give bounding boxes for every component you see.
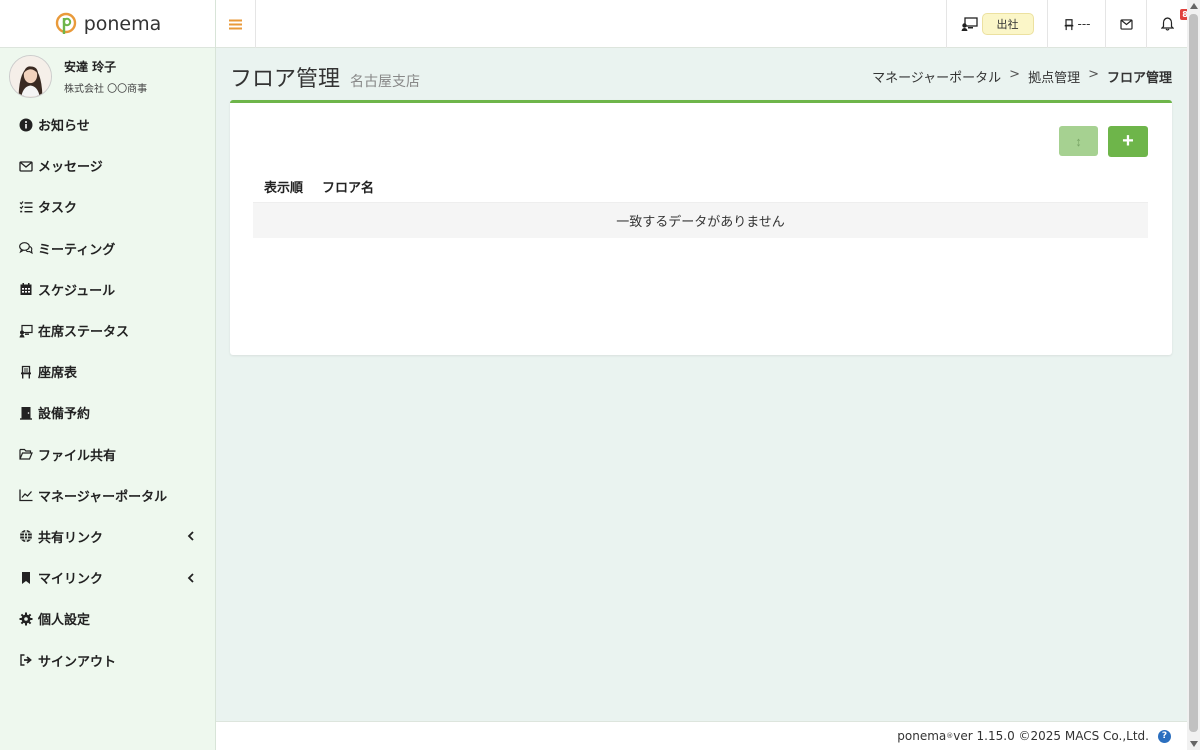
- globe-icon: [18, 529, 33, 544]
- footer-app-name: ponema: [897, 729, 947, 743]
- sidebar-item-presence-status[interactable]: 在席ステータス: [0, 310, 215, 351]
- breadcrumb-item-manager-portal[interactable]: マネージャーポータル: [872, 67, 1001, 86]
- main-content: フロア管理 名古屋支店 マネージャーポータル > 拠点管理 > フロア管理 ↕ …: [216, 48, 1187, 721]
- menu-toggle-button[interactable]: [216, 0, 256, 48]
- attendance-status[interactable]: 出社: [946, 0, 1047, 48]
- sidebar-item-my-links[interactable]: マイリンク: [0, 557, 215, 598]
- sidebar-item-label: スケジュール: [38, 283, 116, 299]
- messages-button[interactable]: [1105, 0, 1146, 48]
- sort-order-button[interactable]: ↕: [1059, 126, 1098, 156]
- sidebar-item-messages[interactable]: メッセージ: [0, 145, 215, 186]
- page-title: フロア管理: [230, 67, 341, 92]
- envelope-icon: [18, 158, 33, 173]
- page-scrollbar[interactable]: [1187, 0, 1200, 750]
- table-header: 表示順 フロア名: [253, 171, 1148, 203]
- sidebar-item-label: お知らせ: [38, 119, 90, 135]
- floor-table: 表示順 フロア名 一致するデータがありません: [253, 171, 1148, 238]
- breadcrumb-separator: >: [1009, 66, 1021, 82]
- sidebar-item-label: メッセージ: [38, 160, 103, 176]
- sidebar-item-file-sharing[interactable]: ファイル共有: [0, 434, 215, 475]
- avatar: [9, 54, 52, 98]
- sidebar-item-shared-links[interactable]: 共有リンク: [0, 516, 215, 557]
- sidebar-item-manager-portal[interactable]: マネージャーポータル: [0, 475, 215, 516]
- sort-arrows-icon: ↕: [1075, 133, 1082, 149]
- sidebar-item-personal-settings[interactable]: 個人設定: [0, 598, 215, 639]
- sidebar-item-label: 共有リンク: [38, 530, 104, 546]
- empty-message: 一致するデータがありません: [253, 203, 1148, 238]
- seat-status[interactable]: ---: [1047, 0, 1105, 48]
- sidebar-item-sign-out[interactable]: サインアウト: [0, 639, 215, 680]
- user-company: 株式会社 〇〇商事: [64, 83, 148, 95]
- sidebar-item-label: 在席ステータス: [38, 325, 130, 341]
- hamburger-icon: [229, 19, 242, 29]
- chevron-left-icon: [187, 573, 194, 583]
- add-floor-button[interactable]: +: [1108, 126, 1148, 157]
- scroll-down-arrow-icon[interactable]: [1190, 741, 1198, 747]
- sidebar-item-label: 座席表: [38, 366, 78, 382]
- breadcrumb: マネージャーポータル > 拠点管理 > フロア管理: [872, 67, 1172, 86]
- bookmark-icon: [18, 570, 33, 585]
- sidebar-item-notices[interactable]: お知らせ: [0, 104, 215, 145]
- column-header-floor-name[interactable]: フロア名: [322, 177, 374, 196]
- sidebar-item-label: タスク: [38, 201, 78, 217]
- line-chart-icon: [18, 488, 33, 503]
- top-bar: 出社 --- 8: [216, 0, 1190, 48]
- breadcrumb-item-site-management[interactable]: 拠点管理: [1028, 67, 1080, 86]
- user-profile[interactable]: 安達 玲子 株式会社 〇〇商事: [0, 48, 215, 104]
- user-name: 安達 玲子: [64, 59, 117, 74]
- sidebar-item-meetings[interactable]: ミーティング: [0, 228, 215, 269]
- bell-icon: [1160, 17, 1174, 31]
- seat-chair-icon: [1064, 18, 1073, 30]
- checklist-icon: [18, 199, 33, 214]
- help-icon[interactable]: ?: [1158, 729, 1171, 743]
- notifications-button[interactable]: 8: [1146, 0, 1190, 48]
- chevron-left-icon: [187, 531, 194, 542]
- sidebar-item-label: マイリンク: [38, 572, 104, 588]
- sidebar-item-label: ミーティング: [38, 242, 116, 258]
- page-header: フロア管理 名古屋支店 マネージャーポータル > 拠点管理 > フロア管理: [230, 61, 1172, 93]
- column-header-display-order[interactable]: 表示順: [253, 177, 322, 196]
- sidebar-item-tasks[interactable]: タスク: [0, 186, 215, 227]
- sidebar-item-label: サインアウト: [38, 654, 117, 670]
- seat-label: ---: [1077, 17, 1091, 31]
- attendance-button[interactable]: 出社: [981, 13, 1034, 35]
- brand[interactable]: ponema: [0, 0, 215, 48]
- scroll-up-arrow-icon[interactable]: [1190, 3, 1198, 9]
- sidebar-item-label: マネージャーポータル: [38, 489, 168, 505]
- footer-registered-mark: ®: [946, 732, 954, 740]
- sidebar-item-facility-booking[interactable]: 設備予約: [0, 392, 215, 433]
- plus-icon: +: [1122, 130, 1134, 152]
- sidebar-item-seating-chart[interactable]: 座席表: [0, 351, 215, 392]
- footer-version: ver 1.15.0 ©2025 MACS Co.,Ltd.: [953, 729, 1149, 743]
- door-icon: [18, 405, 33, 420]
- gear-icon: [18, 611, 33, 626]
- footer: ponema ® ver 1.15.0 ©2025 MACS Co.,Ltd. ?: [216, 721, 1187, 750]
- sidebar-item-label: 個人設定: [38, 613, 91, 629]
- calendar-icon: [18, 282, 33, 297]
- sidebar: ponema 安達 玲子 株式会社 〇〇商事 お知らせ メッセージ タスク ミー…: [0, 0, 216, 750]
- floor-list-card: ↕ + 表示順 フロア名 一致するデータがありません: [230, 100, 1172, 355]
- presence-status-icon: [961, 17, 978, 31]
- breadcrumb-separator: >: [1088, 66, 1099, 82]
- sidebar-nav: お知らせ メッセージ タスク ミーティング スケジュール 在席ステータス 座席表…: [0, 104, 215, 681]
- sidebar-item-schedule[interactable]: スケジュール: [0, 269, 215, 310]
- page-subtitle: 名古屋支店: [350, 74, 421, 90]
- seat-chair-icon: [18, 364, 33, 379]
- folder-open-icon: [18, 447, 33, 462]
- envelope-icon: [1119, 18, 1133, 30]
- scrollbar-thumb[interactable]: [1189, 14, 1198, 732]
- info-circle-icon: [18, 117, 33, 132]
- avatar-portrait-icon: [10, 55, 51, 96]
- breadcrumb-item-current: フロア管理: [1106, 70, 1172, 86]
- chat-bubbles-icon: [18, 241, 33, 256]
- sign-out-icon: [18, 653, 33, 668]
- sidebar-item-label: 設備予約: [38, 407, 91, 423]
- presence-status-icon: [18, 323, 33, 338]
- ponema-logo-icon: [55, 12, 76, 34]
- brand-name: ponema: [83, 12, 162, 35]
- sidebar-item-label: ファイル共有: [38, 448, 117, 464]
